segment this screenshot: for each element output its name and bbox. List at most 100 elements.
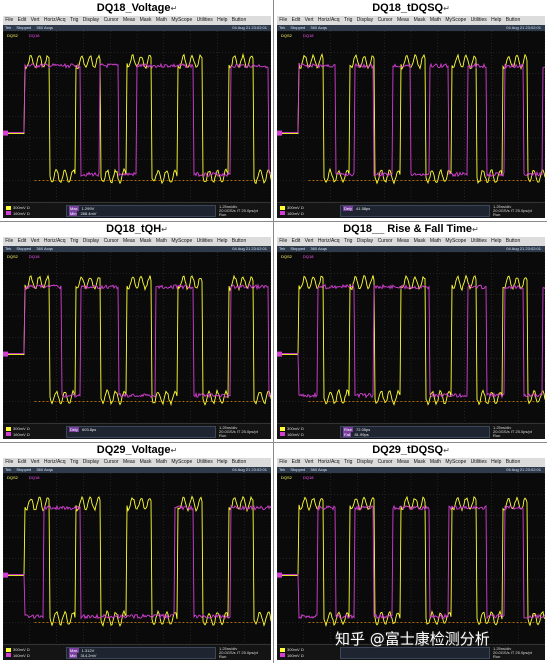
menu-item[interactable]: Cursor (375, 237, 394, 246)
menu-item[interactable]: Vert (302, 237, 315, 246)
menu-item[interactable]: Mask (137, 237, 153, 246)
menu-item[interactable]: MyScope (443, 237, 468, 246)
ch2-offset-marker[interactable] (3, 572, 8, 578)
menu-item[interactable]: File (3, 458, 15, 467)
menu-item[interactable]: Vert (302, 458, 315, 467)
horizontal-settings[interactable]: 1.25ns/div 20.0GS/s IT 25.0ps/pt Run (219, 426, 269, 438)
menu-item[interactable]: Display (355, 237, 376, 246)
menu-item[interactable]: Math (428, 458, 444, 467)
menu-item[interactable]: Display (81, 237, 102, 246)
menu-item[interactable]: Trig (342, 237, 355, 246)
menu-item[interactable]: MyScope (443, 16, 468, 25)
horizontal-settings[interactable]: 1.25ns/div 20.0GS/s IT 25.0ps/pt Run (219, 647, 269, 659)
menu-item[interactable]: Button (230, 16, 249, 25)
menu-item[interactable]: Mask (411, 237, 427, 246)
menu-item[interactable]: Cursor (101, 458, 120, 467)
menu-item[interactable]: Cursor (375, 16, 394, 25)
menu-item[interactable]: Cursor (101, 237, 120, 246)
measurement-readout[interactable]: Rise 72.05ps Fall 81.99ps (340, 426, 490, 438)
ch2-offset-marker[interactable] (277, 130, 282, 136)
menu-item[interactable]: Meas (121, 458, 138, 467)
menu-item[interactable]: Help (489, 16, 504, 25)
menu-item[interactable]: Vert (28, 16, 41, 25)
menu-item[interactable]: Horiz/Acq (316, 16, 342, 25)
menu-item[interactable]: Help (489, 237, 504, 246)
menu-item[interactable]: Math (154, 458, 170, 467)
menu-item[interactable]: Meas (395, 237, 412, 246)
menu-item[interactable]: Trig (68, 237, 81, 246)
menu-item[interactable]: Edit (15, 458, 28, 467)
menu-item[interactable]: Meas (121, 16, 138, 25)
menu-item[interactable]: Math (154, 16, 170, 25)
horizontal-settings[interactable]: 1.25ns/div 20.0GS/s IT 25.0ps/pt Run (493, 647, 543, 659)
menu-item[interactable]: Cursor (101, 16, 120, 25)
menu-item[interactable]: Edit (289, 237, 302, 246)
menu-item[interactable]: Horiz/Acq (42, 458, 68, 467)
menu-item[interactable]: MyScope (169, 237, 194, 246)
menu-item[interactable]: Cursor (375, 458, 394, 467)
channel-settings[interactable]: 300mV Ω 160mV Ω (280, 647, 332, 659)
menu-item[interactable]: Horiz/Acq (42, 16, 68, 25)
measurement-readout[interactable]: Dely 603.8ps (66, 426, 216, 438)
channel-settings[interactable]: 300mV Ω 160mV Ω (6, 426, 58, 438)
menu-item[interactable]: Utilities (468, 16, 489, 25)
menu-item[interactable]: Meas (395, 458, 412, 467)
menu-item[interactable]: Horiz/Acq (42, 237, 68, 246)
menu-item[interactable]: Vert (302, 16, 315, 25)
menu-item[interactable]: Utilities (194, 16, 215, 25)
menu-item[interactable]: Math (154, 237, 170, 246)
ch2-offset-marker[interactable] (3, 351, 8, 357)
menu-item[interactable]: Display (81, 458, 102, 467)
menu-item[interactable]: File (277, 16, 289, 25)
menu-item[interactable]: Math (428, 16, 444, 25)
menu-item[interactable]: Meas (121, 237, 138, 246)
menu-item[interactable]: Display (355, 16, 376, 25)
ch2-offset-marker[interactable] (277, 351, 282, 357)
menu-item[interactable]: Button (504, 458, 523, 467)
menu-item[interactable]: MyScope (169, 16, 194, 25)
menu-item[interactable]: Vert (28, 458, 41, 467)
menu-item[interactable]: Mask (411, 16, 427, 25)
horizontal-settings[interactable]: 1.25ns/div 20.0GS/s IT 25.0ps/pt Run (493, 426, 543, 438)
menu-item[interactable]: Utilities (194, 458, 215, 467)
menu-item[interactable]: MyScope (169, 458, 194, 467)
menu-item[interactable]: Button (230, 458, 249, 467)
menu-item[interactable]: Help (215, 16, 230, 25)
menu-item[interactable]: Edit (15, 237, 28, 246)
channel-settings[interactable]: 300mV Ω 160mV Ω (6, 647, 58, 659)
menu-item[interactable]: File (3, 16, 15, 25)
measurement-readout[interactable]: Dely 41.58ps (340, 205, 490, 217)
channel-settings[interactable]: 300mV Ω 160mV Ω (280, 205, 332, 217)
menu-item[interactable]: Trig (342, 458, 355, 467)
menu-item[interactable]: Button (504, 16, 523, 25)
measurement-readout[interactable]: Max1.312VMin314.2mVHigh1.212VLow335.2mV (66, 647, 216, 659)
menu-item[interactable]: Button (230, 237, 249, 246)
menu-item[interactable]: Trig (342, 16, 355, 25)
menu-item[interactable]: MyScope (443, 458, 468, 467)
ch2-offset-marker[interactable] (3, 130, 8, 136)
menu-item[interactable]: Help (215, 237, 230, 246)
menu-item[interactable]: Mask (137, 458, 153, 467)
menu-item[interactable]: Horiz/Acq (316, 237, 342, 246)
menu-item[interactable]: Utilities (468, 458, 489, 467)
menu-item[interactable]: File (3, 237, 15, 246)
menu-item[interactable]: Utilities (468, 237, 489, 246)
menu-item[interactable]: Help (489, 458, 504, 467)
horizontal-settings[interactable]: 1.25ns/div 20.0GS/s IT 25.0ps/pt Run (219, 205, 269, 217)
menu-item[interactable]: Horiz/Acq (316, 458, 342, 467)
channel-settings[interactable]: 300mV Ω 160mV Ω (280, 426, 332, 438)
menu-item[interactable]: Button (504, 237, 523, 246)
menu-item[interactable]: Vert (28, 237, 41, 246)
menu-item[interactable]: File (277, 458, 289, 467)
menu-item[interactable]: Display (355, 458, 376, 467)
menu-item[interactable]: File (277, 237, 289, 246)
horizontal-settings[interactable]: 1.25ns/div 20.0GS/s IT 25.0ps/pt Run (493, 205, 543, 217)
menu-item[interactable]: Edit (15, 16, 28, 25)
menu-item[interactable]: Edit (289, 458, 302, 467)
measurement-readout[interactable]: Max1.299VMin288.4mVHigh1.225VLow354.4mV (66, 205, 216, 217)
menu-item[interactable]: Meas (395, 16, 412, 25)
menu-item[interactable]: Mask (137, 16, 153, 25)
menu-item[interactable]: Mask (411, 458, 427, 467)
channel-settings[interactable]: 300mV Ω 160mV Ω (6, 205, 58, 217)
ch2-offset-marker[interactable] (277, 572, 282, 578)
